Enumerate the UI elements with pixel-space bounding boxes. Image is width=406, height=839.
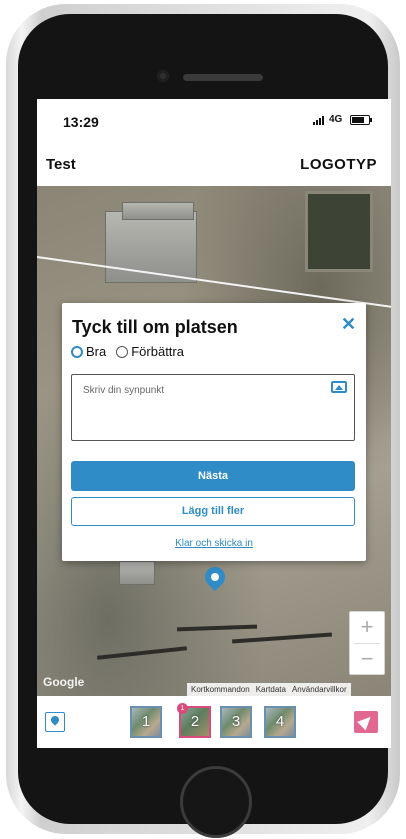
zoom-in-button[interactable]: + <box>350 612 384 642</box>
map-building <box>119 561 155 585</box>
attribution-mapdata[interactable]: Kartdata <box>256 683 286 696</box>
map-pond <box>305 191 373 272</box>
attribution-terms[interactable]: Användarvillkor <box>292 683 347 696</box>
thumbnail-number: 1 <box>141 713 151 730</box>
app-screen: 13:29 4G Test LOGOTYP + − Google Kortkom… <box>37 99 391 748</box>
logo: LOGOTYP <box>300 156 377 173</box>
status-time: 13:29 <box>63 114 99 130</box>
dialog-title: Tyck till om platsen <box>72 317 238 337</box>
location-icon[interactable] <box>45 712 65 732</box>
radio-bra[interactable] <box>71 345 83 358</box>
battery-icon <box>350 115 370 125</box>
photo-thumbnail[interactable]: 4 <box>264 706 296 738</box>
network-type: 4G <box>329 114 343 125</box>
thumbnail-number: 3 <box>231 713 241 730</box>
radio-forbattra[interactable] <box>116 345 129 358</box>
map-trench <box>97 646 187 660</box>
zoom-out-button[interactable]: − <box>350 644 384 674</box>
next-button[interactable]: Nästa <box>71 461 355 491</box>
add-more-button[interactable]: Lägg till fler <box>71 497 355 526</box>
zoom-control: + − <box>349 611 385 675</box>
comment-input[interactable]: Skriv din synpunkt <box>71 374 355 441</box>
comment-placeholder: Skriv din synpunkt <box>83 385 165 396</box>
radio-bra-label[interactable]: Bra <box>86 344 106 359</box>
attribution-shortcuts[interactable]: Kortkommandon <box>191 683 250 696</box>
image-upload-icon[interactable] <box>331 381 347 393</box>
send-icon[interactable] <box>354 711 378 733</box>
page-title: Test <box>46 156 76 173</box>
rating-options: Bra Förbättra <box>71 344 184 359</box>
bottom-toolbar: 1 1 2 3 4 <box>37 696 391 748</box>
feedback-dialog: Tyck till om platsen ✕ Bra Förbättra Skr… <box>62 303 366 561</box>
map-building <box>122 202 194 220</box>
map-trench <box>176 624 258 632</box>
map-trench <box>231 632 333 644</box>
thumbnail-number: 2 <box>190 713 200 730</box>
battery-tip <box>370 118 372 122</box>
signal-icon <box>313 116 324 125</box>
status-bar: 13:29 4G <box>37 99 391 139</box>
map-attribution: Kortkommandon Kartdata Användarvillkor <box>187 683 351 696</box>
radio-forbattra-label[interactable]: Förbättra <box>131 344 184 359</box>
google-logo: Google <box>43 675 85 689</box>
photo-thumbnail[interactable]: 1 <box>130 706 162 738</box>
map-pin-icon[interactable] <box>200 562 230 592</box>
close-icon[interactable]: ✕ <box>341 314 356 335</box>
photo-thumbnail[interactable]: 3 <box>220 706 252 738</box>
home-button[interactable] <box>180 766 252 838</box>
front-camera <box>157 70 169 82</box>
thumbnail-number: 4 <box>275 713 285 730</box>
app-header: Test LOGOTYP <box>37 139 391 186</box>
photo-thumbnail-active[interactable]: 1 2 <box>177 703 211 738</box>
earpiece-speaker <box>183 74 263 81</box>
submit-link[interactable]: Klar och skicka in <box>62 538 366 549</box>
